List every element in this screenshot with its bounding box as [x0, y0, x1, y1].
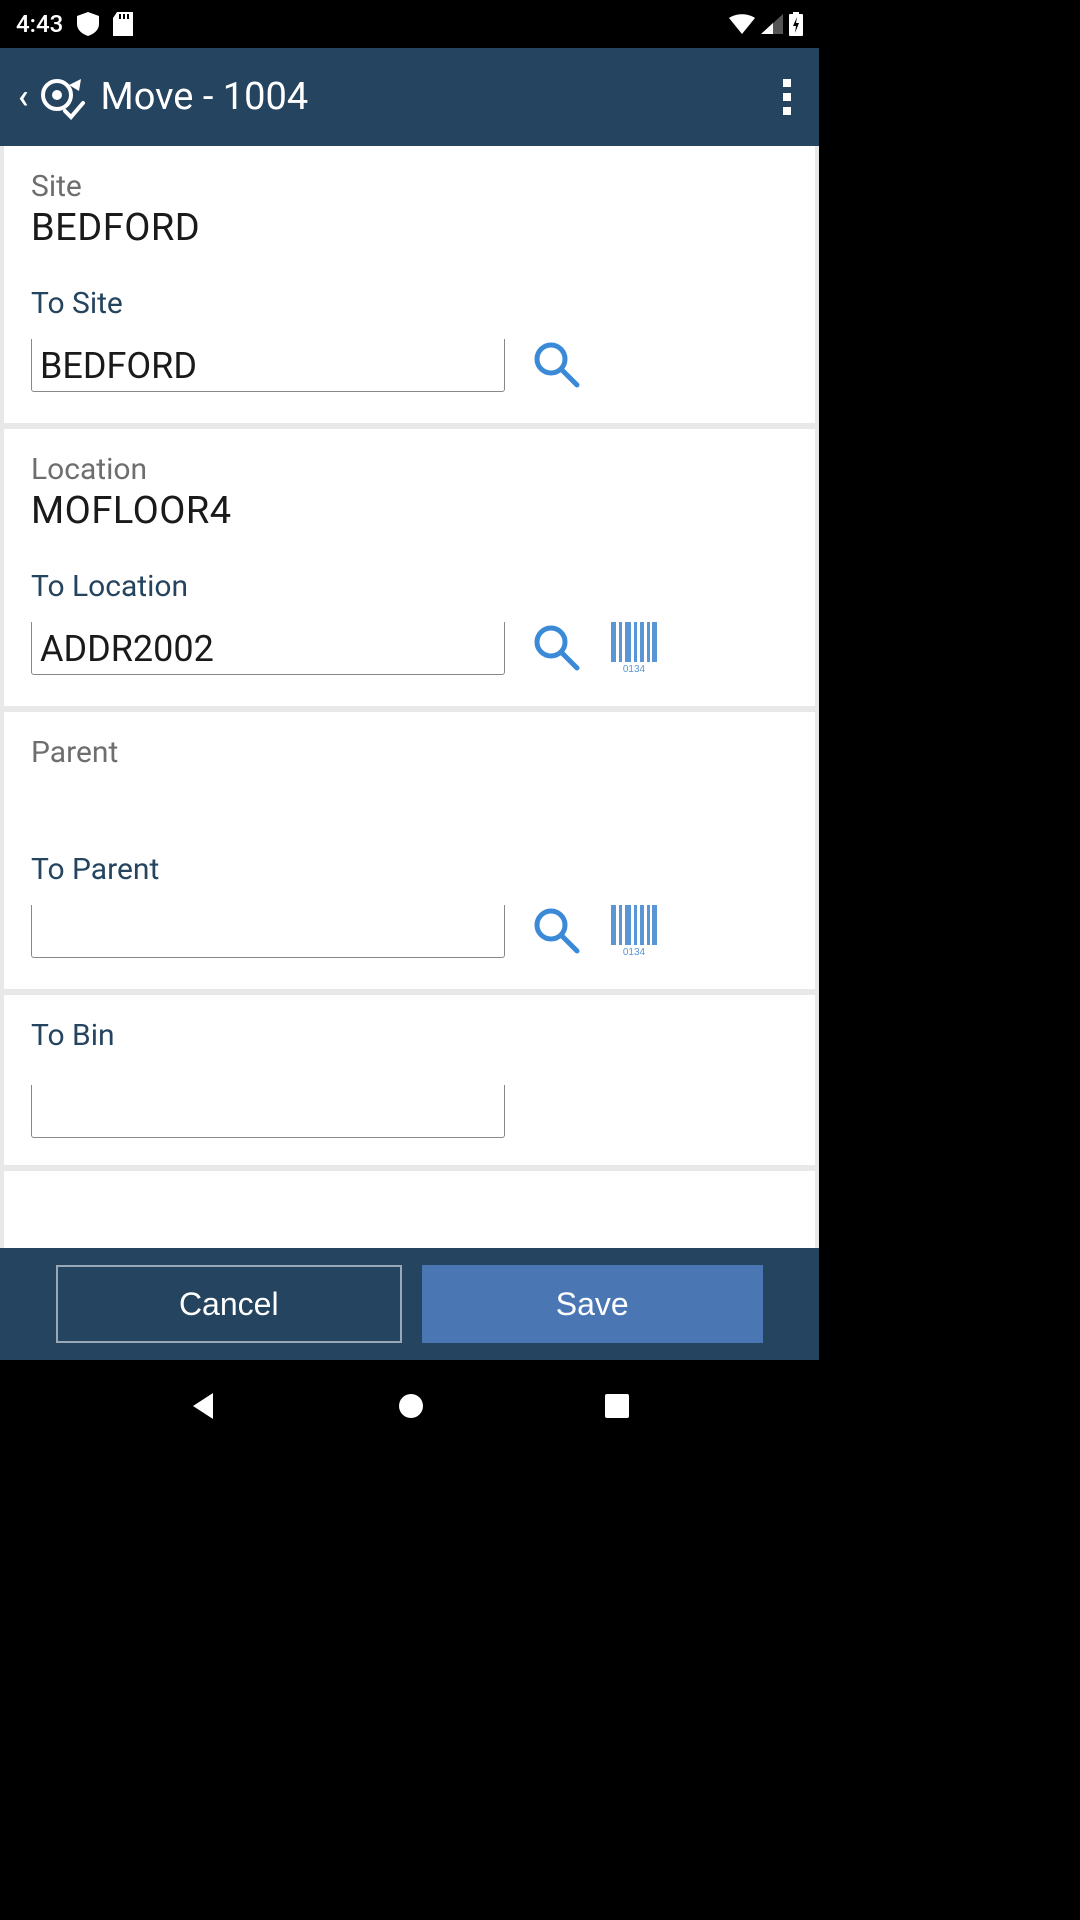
app-logo-icon: [35, 73, 87, 121]
to-site-input[interactable]: [31, 339, 505, 392]
to-bin-label: To Bin: [31, 1018, 788, 1053]
parent-label: Parent: [31, 735, 788, 770]
search-icon: [531, 622, 581, 675]
status-time: 4:43: [16, 10, 63, 38]
section-site: Site BEDFORD To Site: [4, 146, 815, 423]
page-title: Move - 1004: [101, 75, 773, 119]
to-parent-barcode-button[interactable]: 0134: [607, 901, 661, 962]
status-bar: 4:43: [0, 0, 819, 48]
site-value: BEDFORD: [31, 206, 788, 250]
section-bin: To Bin: [4, 995, 815, 1165]
to-parent-input[interactable]: [31, 905, 505, 958]
section-location: Location MOFLOOR4 To Location: [4, 429, 815, 706]
barcode-icon: 0134: [611, 622, 657, 675]
to-parent-search-button[interactable]: [527, 901, 585, 962]
form-content: Site BEDFORD To Site Location MOFLOOR4 T…: [0, 146, 819, 1248]
search-icon: [531, 905, 581, 958]
sd-card-icon: [113, 12, 133, 36]
site-label: Site: [31, 169, 788, 204]
nav-home-icon[interactable]: [397, 1392, 425, 1424]
to-location-label: To Location: [31, 569, 788, 604]
location-value: MOFLOOR4: [31, 489, 788, 533]
button-bar: Cancel Save: [0, 1248, 819, 1360]
search-icon: [531, 339, 581, 392]
to-location-barcode-button[interactable]: 0134: [607, 618, 661, 679]
parent-value: [31, 772, 788, 816]
to-bin-input[interactable]: [31, 1085, 505, 1138]
status-left: 4:43: [16, 10, 133, 38]
barcode-icon: 0134: [611, 905, 657, 958]
system-nav-bar: [0, 1360, 819, 1456]
cancel-button[interactable]: Cancel: [56, 1265, 402, 1343]
to-parent-label: To Parent: [31, 852, 788, 887]
to-site-label: To Site: [31, 286, 788, 321]
save-button[interactable]: Save: [422, 1265, 764, 1343]
nav-recent-icon[interactable]: [604, 1393, 630, 1423]
location-label: Location: [31, 452, 788, 487]
wifi-icon: [729, 14, 755, 34]
to-location-input[interactable]: [31, 622, 505, 675]
overflow-menu-button[interactable]: [773, 69, 801, 125]
svg-text:0134: 0134: [623, 947, 646, 955]
to-site-search-button[interactable]: [527, 335, 585, 396]
app-header: ‹ Move - 1004: [0, 48, 819, 146]
nav-back-icon[interactable]: [189, 1391, 219, 1425]
status-right: [729, 12, 803, 36]
section-parent: Parent To Parent: [4, 712, 815, 989]
barcode-caption: 0134: [623, 664, 646, 672]
blank-filler: [4, 1171, 815, 1248]
shield-icon: [77, 12, 99, 36]
back-button[interactable]: ‹: [18, 77, 29, 117]
battery-charging-icon: [789, 12, 803, 36]
cell-signal-icon: [761, 14, 783, 34]
to-location-search-button[interactable]: [527, 618, 585, 679]
